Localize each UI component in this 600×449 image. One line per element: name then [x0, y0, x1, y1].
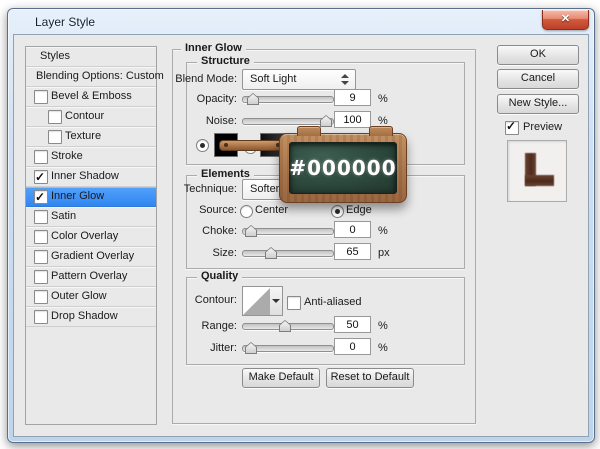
- preview-checkbox[interactable]: [505, 119, 519, 135]
- styles-list-item[interactable]: Stroke: [26, 147, 156, 167]
- style-checkbox[interactable]: [34, 188, 48, 207]
- contour-picker-arrow[interactable]: [270, 286, 283, 316]
- reset-to-default-button[interactable]: Reset to Default: [326, 368, 414, 388]
- ok-button[interactable]: OK: [497, 45, 579, 65]
- antialiased-label: Anti-aliased: [304, 296, 362, 308]
- make-default-button[interactable]: Make Default: [242, 368, 320, 388]
- dialog-body: Styles Blending Options: Custom Bevel & …: [13, 34, 589, 437]
- source-edge-radio[interactable]: [331, 205, 344, 218]
- color-hex-value: #000000: [289, 156, 397, 180]
- cancel-button[interactable]: Cancel: [497, 69, 579, 89]
- style-label: Outer Glow: [51, 290, 107, 302]
- range-label: Range:: [201, 320, 237, 332]
- style-label: Color Overlay: [51, 230, 119, 242]
- jitter-label: Jitter:: [210, 342, 237, 354]
- close-icon: ✕: [560, 13, 571, 25]
- source-center-label: Center: [255, 204, 289, 216]
- color-value-badge: #000000: [279, 126, 407, 203]
- glow-color-radio[interactable]: [196, 139, 209, 152]
- screenshot-stage: Layer Style ✕ Styles Blending Options: C…: [0, 0, 600, 449]
- source-label: Source:: [199, 204, 237, 216]
- style-label: Inner Glow: [51, 190, 105, 202]
- styles-list-header: Styles: [26, 47, 156, 67]
- preview-label: Preview: [523, 121, 563, 133]
- style-label: Stroke: [51, 150, 83, 162]
- jitter-slider[interactable]: [242, 342, 334, 354]
- chalkboard: #000000: [289, 142, 397, 194]
- contour-label: Contour:: [194, 294, 237, 306]
- badge-tab-left: [297, 126, 321, 136]
- source-edge-label: Edge: [346, 204, 372, 216]
- noise-label: Noise:: [205, 115, 237, 127]
- style-checkbox[interactable]: [34, 230, 48, 244]
- jitter-unit: %: [378, 342, 388, 354]
- choke-slider[interactable]: [242, 225, 334, 237]
- style-label: Contour: [65, 110, 105, 122]
- noise-input[interactable]: [334, 111, 371, 128]
- size-unit: px: [378, 247, 390, 259]
- technique-label: Technique:: [183, 183, 237, 195]
- noise-slider[interactable]: [242, 115, 334, 127]
- antialiased-checkbox[interactable]: [287, 296, 301, 310]
- style-checkbox[interactable]: [34, 210, 48, 224]
- style-checkbox[interactable]: [34, 270, 48, 284]
- title-bar[interactable]: Layer Style ✕: [8, 9, 594, 34]
- style-checkbox[interactable]: [34, 250, 48, 264]
- badge-tab-right: [369, 126, 393, 136]
- style-label: Texture: [65, 130, 102, 142]
- technique-value: Softer: [250, 183, 280, 195]
- new-style-button[interactable]: New Style...: [497, 94, 579, 114]
- style-label: Drop Shadow: [51, 310, 118, 322]
- opacity-label: Opacity:: [196, 93, 237, 105]
- opacity-input[interactable]: [334, 89, 371, 106]
- style-checkbox[interactable]: [48, 130, 62, 144]
- preview-corner-shape: [525, 175, 554, 186]
- opacity-unit: %: [378, 93, 388, 105]
- style-checkbox[interactable]: [34, 168, 48, 187]
- blend-mode-label: Blend Mode:: [175, 73, 237, 85]
- wooden-arm: [219, 140, 285, 151]
- jitter-input[interactable]: [334, 338, 371, 355]
- style-checkbox[interactable]: [34, 150, 48, 164]
- blend-mode-select[interactable]: Soft Light: [242, 69, 356, 90]
- style-label: Pattern Overlay: [51, 270, 128, 282]
- style-checkbox[interactable]: [34, 290, 48, 304]
- range-slider[interactable]: [242, 320, 334, 332]
- style-checkbox[interactable]: [48, 110, 62, 124]
- style-label: Satin: [51, 210, 77, 222]
- contour-linear-icon: [243, 287, 271, 315]
- choke-input[interactable]: [334, 221, 371, 238]
- style-checkbox[interactable]: [34, 310, 48, 324]
- close-button[interactable]: ✕: [542, 10, 589, 30]
- updown-arrows-icon: [341, 73, 349, 86]
- style-label: Inner Shadow: [51, 170, 119, 182]
- styles-list-item[interactable]: Pattern Overlay: [26, 267, 156, 287]
- window-title: Layer Style: [35, 15, 96, 29]
- blend-mode-value: Soft Light: [250, 73, 297, 85]
- source-center-radio[interactable]: [240, 205, 253, 218]
- quality-title: Quality: [197, 270, 243, 282]
- choke-label: Choke:: [202, 225, 237, 237]
- range-input[interactable]: [334, 316, 371, 333]
- styles-list-item[interactable]: Texture: [26, 127, 156, 147]
- style-preview-thumbnail: [507, 140, 567, 202]
- panel-title: Inner Glow: [181, 42, 246, 54]
- style-checkbox[interactable]: [34, 90, 48, 104]
- contour-picker[interactable]: [242, 286, 272, 316]
- range-unit: %: [378, 320, 388, 332]
- structure-title: Structure: [197, 55, 254, 67]
- layer-style-dialog: Layer Style ✕ Styles Blending Options: C…: [7, 8, 595, 443]
- opacity-slider[interactable]: [242, 93, 334, 105]
- dropdown-arrow-icon: [272, 299, 280, 303]
- choke-unit: %: [378, 225, 388, 237]
- size-input[interactable]: [334, 243, 371, 260]
- size-label: Size:: [212, 247, 237, 259]
- size-slider[interactable]: [242, 247, 334, 259]
